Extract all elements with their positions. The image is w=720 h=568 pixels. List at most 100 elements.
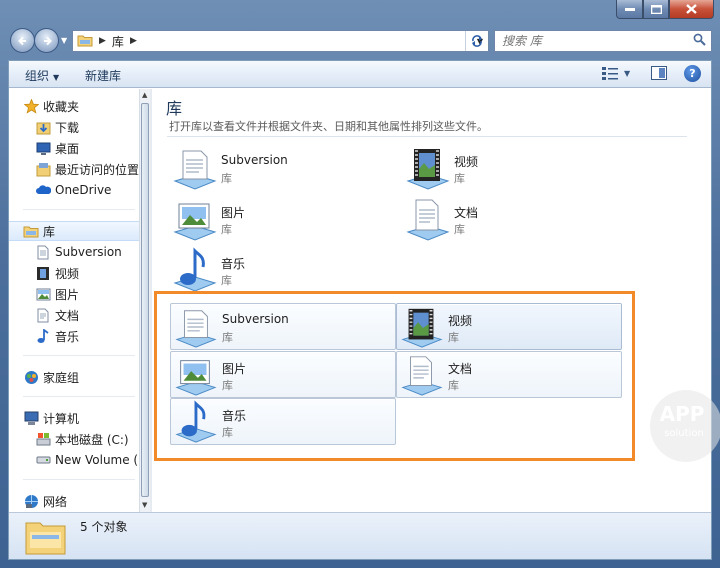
tile-type: 库 [221, 274, 232, 287]
scroll-up-icon[interactable]: ▲ [142, 91, 147, 99]
music-library-icon [173, 247, 217, 292]
nav-network-label: 网络 [43, 494, 68, 509]
status-item-count: 5 个对象 [80, 520, 128, 534]
tile-name: Subversion [221, 153, 288, 167]
pictures-library-icon [175, 360, 217, 396]
tile-name: 视频 [448, 314, 473, 328]
network-icon [23, 493, 39, 509]
address-bar[interactable]: ▶ 库 ▶ ▼ [72, 30, 489, 52]
music-library-icon [175, 400, 217, 443]
videos-library-icon [401, 308, 443, 348]
search-icon[interactable] [693, 33, 706, 49]
documents-library-icon [401, 356, 443, 396]
nav-divider [23, 396, 135, 397]
recent-places-icon [35, 161, 51, 177]
new-library-button[interactable]: 新建库 [85, 67, 121, 84]
music-library-icon [35, 328, 51, 344]
scroll-down-icon[interactable]: ▼ [142, 501, 147, 509]
tile-name: 文档 [454, 206, 479, 220]
nav-computer-label: 计算机 [43, 411, 80, 426]
highlight-tile-videos[interactable]: 视频 库 [396, 303, 622, 350]
search-box[interactable] [494, 30, 712, 52]
library-tile-subversion[interactable]: Subversion 库 [171, 145, 391, 191]
recent-pages-dropdown-icon[interactable]: ▼ [61, 36, 67, 45]
back-button[interactable] [10, 28, 35, 53]
header-divider [167, 136, 687, 137]
breadcrumb-library[interactable]: 库 [112, 33, 124, 50]
preview-pane-button[interactable] [651, 66, 667, 80]
tile-type: 库 [454, 172, 465, 185]
subversion-library-icon [35, 244, 51, 260]
nav-homegroup[interactable]: 家庭组 [9, 367, 139, 387]
breadcrumb-separator-icon[interactable]: ▶ [130, 36, 137, 46]
nav-item-label: 文档 [55, 308, 80, 323]
breadcrumb-separator-icon[interactable]: ▶ [99, 36, 106, 46]
scrollbar-thumb[interactable] [141, 103, 149, 497]
nav-favorites[interactable]: 收藏夹 [9, 96, 139, 116]
nav-divider [23, 209, 135, 210]
nav-item-label: 本地磁盘 (C:) [55, 432, 129, 447]
libraries-folder-icon [23, 223, 39, 239]
search-input[interactable] [502, 34, 682, 48]
library-tile-documents[interactable]: 文档 库 [404, 196, 624, 242]
nav-drive-d[interactable]: New Volume (D [9, 450, 139, 470]
nav-library-pictures[interactable]: 图片 [9, 284, 139, 304]
library-folder-icon [77, 33, 93, 50]
nav-library-documents[interactable]: 文档 [9, 305, 139, 325]
nav-homegroup-label: 家庭组 [43, 370, 80, 385]
videos-library-icon [35, 265, 51, 281]
help-icon[interactable]: ? [684, 65, 701, 82]
maximize-button[interactable] [643, 0, 669, 19]
organize-label: 组织 [25, 69, 50, 83]
library-tile-pictures[interactable]: 图片 库 [171, 196, 391, 242]
chevron-down-icon: ▼ [624, 68, 631, 78]
navigation-pane: 收藏夹 下载 桌面 最近访问的位置 OneDrive 库 Subversion [9, 89, 139, 512]
minimize-button[interactable] [616, 0, 643, 19]
nav-library-videos[interactable]: 视频 [9, 263, 139, 283]
pane-splitter[interactable] [150, 89, 152, 512]
nav-divider [23, 355, 135, 356]
change-view-button[interactable]: ▼ [602, 66, 630, 80]
nav-desktop[interactable]: 桌面 [9, 138, 139, 158]
homegroup-icon [23, 369, 39, 385]
nav-onedrive[interactable]: OneDrive [9, 180, 139, 200]
documents-library-icon [35, 307, 51, 323]
highlight-tile-music[interactable]: 音乐 库 [170, 398, 396, 445]
nav-library-subversion[interactable]: Subversion [9, 242, 139, 262]
tile-type: 库 [221, 223, 232, 236]
organize-button[interactable]: 组织 ▼ [25, 67, 59, 84]
subversion-library-icon [173, 150, 217, 190]
nav-network[interactable]: 网络 [9, 491, 139, 511]
highlight-tile-documents[interactable]: 文档 库 [396, 351, 622, 398]
tile-type: 库 [222, 379, 233, 392]
nav-item-label: 视频 [55, 266, 80, 281]
documents-library-icon [406, 199, 450, 241]
nav-recent-places[interactable]: 最近访问的位置 [9, 159, 139, 179]
library-tile-videos[interactable]: 视频 库 [404, 145, 624, 191]
tile-type: 库 [448, 379, 459, 392]
nav-library-music[interactable]: 音乐 [9, 326, 139, 346]
close-button[interactable] [669, 0, 714, 19]
nav-computer[interactable]: 计算机 [9, 408, 139, 428]
caption-buttons [616, 0, 714, 19]
watermark-text: APP [659, 402, 705, 426]
nav-item-label: 音乐 [55, 329, 80, 344]
view-options-icon [602, 67, 618, 80]
nav-pane-scrollbar[interactable]: ▲ ▼ [139, 89, 150, 512]
forward-button[interactable] [34, 28, 59, 53]
library-tile-music[interactable]: 音乐 库 [171, 247, 391, 293]
onedrive-cloud-icon [35, 182, 51, 198]
tile-type: 库 [222, 331, 233, 344]
nav-libraries[interactable]: 库 [9, 221, 139, 241]
refresh-button[interactable] [465, 31, 487, 51]
details-pane: 5 个对象 [9, 512, 711, 559]
command-bar: 组织 ▼ 新建库 ▼ ? [9, 61, 711, 88]
nav-downloads[interactable]: 下载 [9, 117, 139, 137]
page-description: 打开库以查看文件并根据文件夹、日期和其他属性排列这些文件。 [169, 120, 488, 133]
nav-drive-c[interactable]: 本地磁盘 (C:) [9, 429, 139, 449]
nav-item-label: OneDrive [55, 183, 112, 197]
highlight-tile-subversion[interactable]: Subversion 库 [170, 303, 396, 350]
highlight-tile-pictures[interactable]: 图片 库 [170, 351, 396, 398]
chevron-down-icon: ▼ [53, 73, 60, 82]
tile-name: 音乐 [222, 409, 247, 423]
